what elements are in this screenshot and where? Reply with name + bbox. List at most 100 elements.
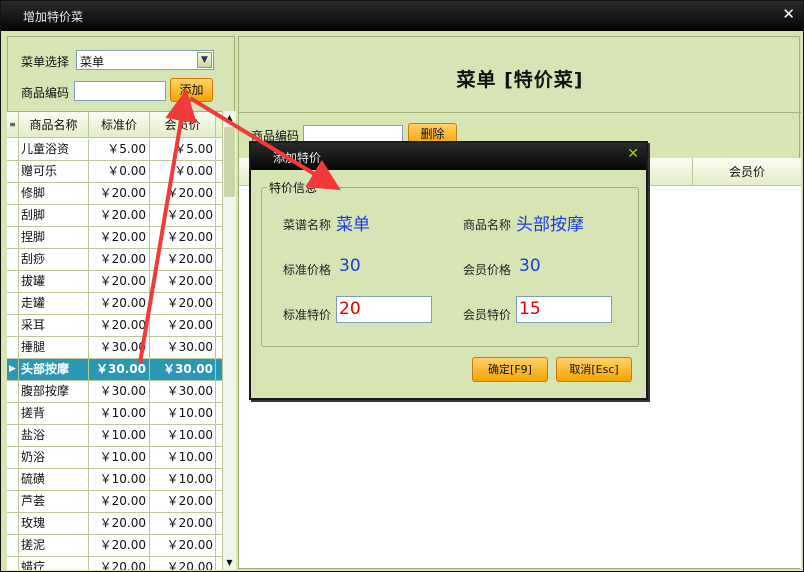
std-special-input[interactable]: 20 bbox=[336, 296, 432, 323]
cell-name: 儿童浴资 bbox=[19, 139, 89, 161]
row-pointer-icon bbox=[7, 183, 19, 205]
cell-member-price: ￥30.00 bbox=[150, 337, 216, 359]
cell-std-price: ￥20.00 bbox=[89, 491, 150, 513]
row-pointer-icon bbox=[7, 227, 19, 249]
cell-name: 走罐 bbox=[19, 293, 89, 315]
row-pointer-icon bbox=[7, 469, 19, 491]
table-row[interactable]: 腹部按摩 ￥30.00 ￥30.00 bbox=[7, 381, 225, 403]
cell-std-price: ￥10.00 bbox=[89, 469, 150, 491]
table-row[interactable]: 捏脚 ￥20.00 ￥20.00 bbox=[7, 227, 225, 249]
chevron-down-icon[interactable]: ▼ bbox=[197, 52, 212, 68]
cell-name: 腹部按摩 bbox=[19, 381, 89, 403]
table-row[interactable]: 走罐 ￥20.00 ￥20.00 bbox=[7, 293, 225, 315]
column-header-std-price[interactable]: 标准价 bbox=[89, 112, 150, 138]
cell-std-price: ￥0.00 bbox=[89, 161, 150, 183]
cell-std-price: ￥30.00 bbox=[89, 337, 150, 359]
cancel-button[interactable]: 取消[Esc] bbox=[556, 357, 632, 382]
dialog-close-icon[interactable]: ✕ bbox=[627, 146, 639, 162]
cell-name: 搓背 bbox=[19, 403, 89, 425]
table-row[interactable]: 赠可乐 ￥0.00 ￥0.00 bbox=[7, 161, 225, 183]
cell-name: 硫磺 bbox=[19, 469, 89, 491]
table-row[interactable]: 采耳 ￥20.00 ￥20.00 bbox=[7, 315, 225, 337]
row-pointer-icon bbox=[7, 425, 19, 447]
group-title: 特价信息 bbox=[267, 179, 320, 196]
table-row[interactable]: 奶浴 ￥10.00 ￥10.00 bbox=[7, 447, 225, 469]
product-code-input[interactable] bbox=[74, 81, 166, 101]
column-header-member-price[interactable]: 会员价 bbox=[150, 112, 216, 138]
table-row[interactable]: 玫瑰 ￥20.00 ￥20.00 bbox=[7, 513, 225, 535]
member-special-input[interactable]: 15 bbox=[516, 296, 612, 323]
column-header-name[interactable]: 商品名称 bbox=[19, 112, 89, 138]
table-row[interactable]: 蜡疗 ￥20.00 ￥20.00 bbox=[7, 557, 225, 570]
table-row[interactable]: ▶ 头部按摩 ￥30.00 ￥30.00 bbox=[7, 359, 225, 381]
scroll-thumb[interactable] bbox=[224, 127, 235, 197]
cell-name: 搓泥 bbox=[19, 535, 89, 557]
cell-name: 拔罐 bbox=[19, 271, 89, 293]
cell-member-price: ￥5.00 bbox=[150, 139, 216, 161]
row-pointer-icon bbox=[7, 161, 19, 183]
product-panel: 菜单选择 菜单 ▼ 商品编码 添加 ≡ 商品名称 标准价 会员价 儿童浴资 ￥5.… bbox=[7, 36, 236, 570]
product-name-label: 商品名称 bbox=[463, 218, 512, 232]
cell-member-price: ￥20.00 bbox=[150, 249, 216, 271]
scroll-up-icon[interactable]: ▲ bbox=[223, 111, 236, 125]
table-row[interactable]: 搓泥 ￥20.00 ￥20.00 bbox=[7, 535, 225, 557]
menu-select-value: 菜单 bbox=[80, 55, 105, 69]
cell-std-price: ￥20.00 bbox=[89, 513, 150, 535]
table-row[interactable]: 捶腿 ￥30.00 ￥30.00 bbox=[7, 337, 225, 359]
cell-std-price: ￥20.00 bbox=[89, 205, 150, 227]
member-price-label: 会员价格 bbox=[463, 263, 512, 277]
std-price-value: 30 bbox=[339, 256, 361, 276]
cell-name: 盐浴 bbox=[19, 425, 89, 447]
cell-member-price: ￥10.00 bbox=[150, 403, 216, 425]
cell-std-price: ￥20.00 bbox=[89, 271, 150, 293]
cell-member-price: ￥0.00 bbox=[150, 161, 216, 183]
cell-std-price: ￥10.00 bbox=[89, 425, 150, 447]
window-titlebar: 增加特价菜 ✕ bbox=[1, 1, 803, 31]
table-row[interactable]: 搓背 ￥10.00 ￥10.00 bbox=[7, 403, 225, 425]
table-row[interactable]: 刮脚 ￥20.00 ￥20.00 bbox=[7, 205, 225, 227]
std-special-label: 标准特价 bbox=[283, 308, 332, 322]
row-pointer-icon bbox=[7, 447, 19, 469]
table-row[interactable]: 芦荟 ￥20.00 ￥20.00 bbox=[7, 491, 225, 513]
table-scrollbar[interactable]: ▲ ▼ bbox=[222, 111, 236, 570]
std-price-label: 标准价格 bbox=[283, 263, 332, 277]
column-header-member-price[interactable]: 会员价 bbox=[692, 158, 801, 186]
confirm-button[interactable]: 确定[F9] bbox=[472, 357, 548, 382]
table-row[interactable]: 修脚 ￥20.00 ￥20.00 bbox=[7, 183, 225, 205]
member-special-label: 会员特价 bbox=[463, 308, 512, 322]
cell-std-price: ￥5.00 bbox=[89, 139, 150, 161]
row-pointer-icon bbox=[7, 293, 19, 315]
cell-std-price: ￥10.00 bbox=[89, 447, 150, 469]
row-pointer-icon bbox=[7, 513, 19, 535]
window-close-icon[interactable]: ✕ bbox=[782, 5, 795, 23]
add-button[interactable]: 添加 bbox=[170, 78, 213, 102]
cell-name: 玫瑰 bbox=[19, 513, 89, 535]
cell-name: 奶浴 bbox=[19, 447, 89, 469]
table-row[interactable]: 儿童浴资 ￥5.00 ￥5.00 bbox=[7, 139, 225, 161]
row-pointer-icon bbox=[7, 315, 19, 337]
cell-member-price: ￥20.00 bbox=[150, 491, 216, 513]
cell-std-price: ￥20.00 bbox=[89, 535, 150, 557]
cell-member-price: ￥20.00 bbox=[150, 227, 216, 249]
cell-name: 采耳 bbox=[19, 315, 89, 337]
cell-name: 刮脚 bbox=[19, 205, 89, 227]
cell-name: 修脚 bbox=[19, 183, 89, 205]
row-pointer-icon bbox=[7, 557, 19, 570]
cell-std-price: ￥30.00 bbox=[89, 381, 150, 403]
cell-member-price: ￥10.00 bbox=[150, 469, 216, 491]
cell-std-price: ￥10.00 bbox=[89, 403, 150, 425]
table-row[interactable]: 拔罐 ￥20.00 ￥20.00 bbox=[7, 271, 225, 293]
dialog-titlebar: 添加特价 ✕ bbox=[251, 143, 646, 170]
menu-name-value: 菜单 bbox=[336, 215, 370, 235]
menu-select[interactable]: 菜单 ▼ bbox=[76, 50, 214, 70]
table-row[interactable]: 盐浴 ￥10.00 ￥10.00 bbox=[7, 425, 225, 447]
cell-member-price: ￥20.00 bbox=[150, 205, 216, 227]
cell-std-price: ￥20.00 bbox=[89, 315, 150, 337]
table-row[interactable]: 刮痧 ￥20.00 ￥20.00 bbox=[7, 249, 225, 271]
table-row[interactable]: 硫磺 ￥10.00 ￥10.00 bbox=[7, 469, 225, 491]
add-special-price-dialog: 添加特价 ✕ 特价信息 菜谱名称 菜单 商品名称 头部按摩 标准价格 30 会员… bbox=[249, 141, 648, 400]
row-pointer-icon bbox=[7, 249, 19, 271]
row-pointer-icon bbox=[7, 337, 19, 359]
cell-member-price: ￥20.00 bbox=[150, 293, 216, 315]
scroll-down-icon[interactable]: ▼ bbox=[223, 556, 236, 570]
